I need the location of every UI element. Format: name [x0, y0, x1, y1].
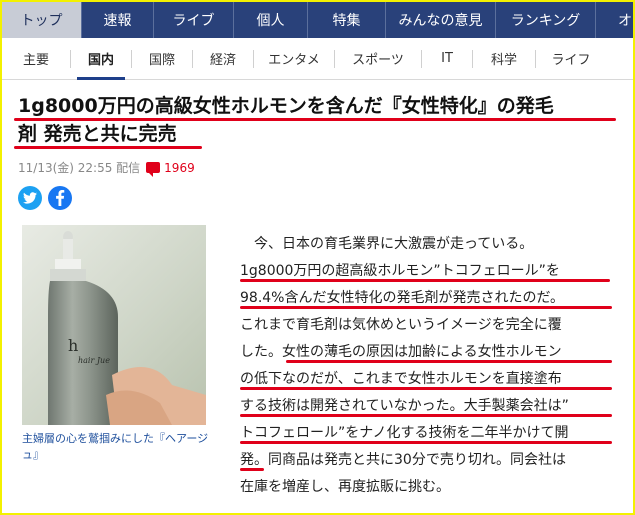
top-nav: トップ 速報 ライブ 個人 特集 みんなの意見 ランキング オ: [2, 2, 633, 38]
body-underline: [240, 279, 610, 282]
comment-link[interactable]: 1969: [146, 160, 195, 177]
title-underline: [14, 146, 202, 149]
nav-tab-personal[interactable]: 個人: [234, 2, 308, 38]
bottle-brand-mark: h: [68, 336, 78, 355]
category-tab-sports[interactable]: スポーツ: [335, 38, 421, 80]
body-line: 発。同商品は発売と共に30分で売り切れ。同会社は: [240, 452, 566, 468]
product-photo: h hair Jue: [22, 225, 206, 425]
share-buttons: [18, 186, 72, 210]
nav-tab-live[interactable]: ライブ: [154, 2, 234, 38]
article-title-line-2: 剤 発売と共に完売: [18, 123, 177, 145]
body-underline: [240, 306, 612, 309]
nav-tab-more[interactable]: オ: [596, 2, 633, 38]
category-tab-science[interactable]: 科学: [473, 38, 535, 80]
body-underline: [286, 360, 612, 363]
nav-tab-ranking[interactable]: ランキング: [496, 2, 596, 38]
nav-tab-breaking[interactable]: 速報: [82, 2, 154, 38]
category-tab-domestic[interactable]: 国内: [71, 38, 131, 80]
category-tab-international[interactable]: 国際: [132, 38, 192, 80]
title-underline: [14, 118, 616, 121]
nav-tab-opinions[interactable]: みんなの意見: [386, 2, 496, 38]
category-tab-economy[interactable]: 経済: [193, 38, 253, 80]
article-body: 今、日本の育毛業界に大激震が走っている。 1g8000万円の超高級ホルモン”トコ…: [240, 231, 620, 501]
facebook-share-button[interactable]: [48, 186, 72, 210]
body-underline: [240, 414, 612, 417]
twitter-icon: [23, 192, 37, 204]
body-line: 今、日本の育毛業界に大激震が走っている。: [254, 236, 534, 252]
nav-tab-top[interactable]: トップ: [2, 2, 82, 38]
nav-tab-feature[interactable]: 特集: [308, 2, 386, 38]
body-underline: [240, 387, 612, 390]
article-meta: 11/13(金) 22:55 配信 1969: [18, 159, 195, 177]
facebook-icon: [56, 190, 65, 206]
category-nav: 主要 国内 国際 経済 エンタメ スポーツ IT 科学 ライフ: [2, 38, 633, 80]
body-underline: [240, 468, 264, 471]
body-line: 在庫を増産し、再度拡販に挑む。: [240, 479, 450, 495]
photo-caption: 主婦層の心を鷲掴みにした『ヘアージュ』: [22, 432, 209, 461]
body-line: これまで育毛剤は気休めというイメージを完全に覆: [240, 317, 562, 333]
category-tab-it[interactable]: IT: [422, 38, 472, 80]
comment-count: 1969: [164, 160, 195, 175]
twitter-share-button[interactable]: [18, 186, 42, 210]
bottle-brand-script: hair Jue: [78, 356, 110, 365]
publish-date: 11/13(金) 22:55 配信: [18, 161, 141, 175]
product-illustration: h hair Jue: [48, 231, 206, 425]
category-tab-entertainment[interactable]: エンタメ: [254, 38, 334, 80]
comment-icon: [146, 162, 161, 177]
body-underline: [240, 441, 612, 444]
article-title-line-1: 1g8000万円の高級女性ホルモンを含んだ『女性特化』の発毛: [18, 95, 554, 117]
category-tab-life[interactable]: ライフ: [536, 38, 606, 80]
category-tab-main[interactable]: 主要: [2, 38, 70, 80]
